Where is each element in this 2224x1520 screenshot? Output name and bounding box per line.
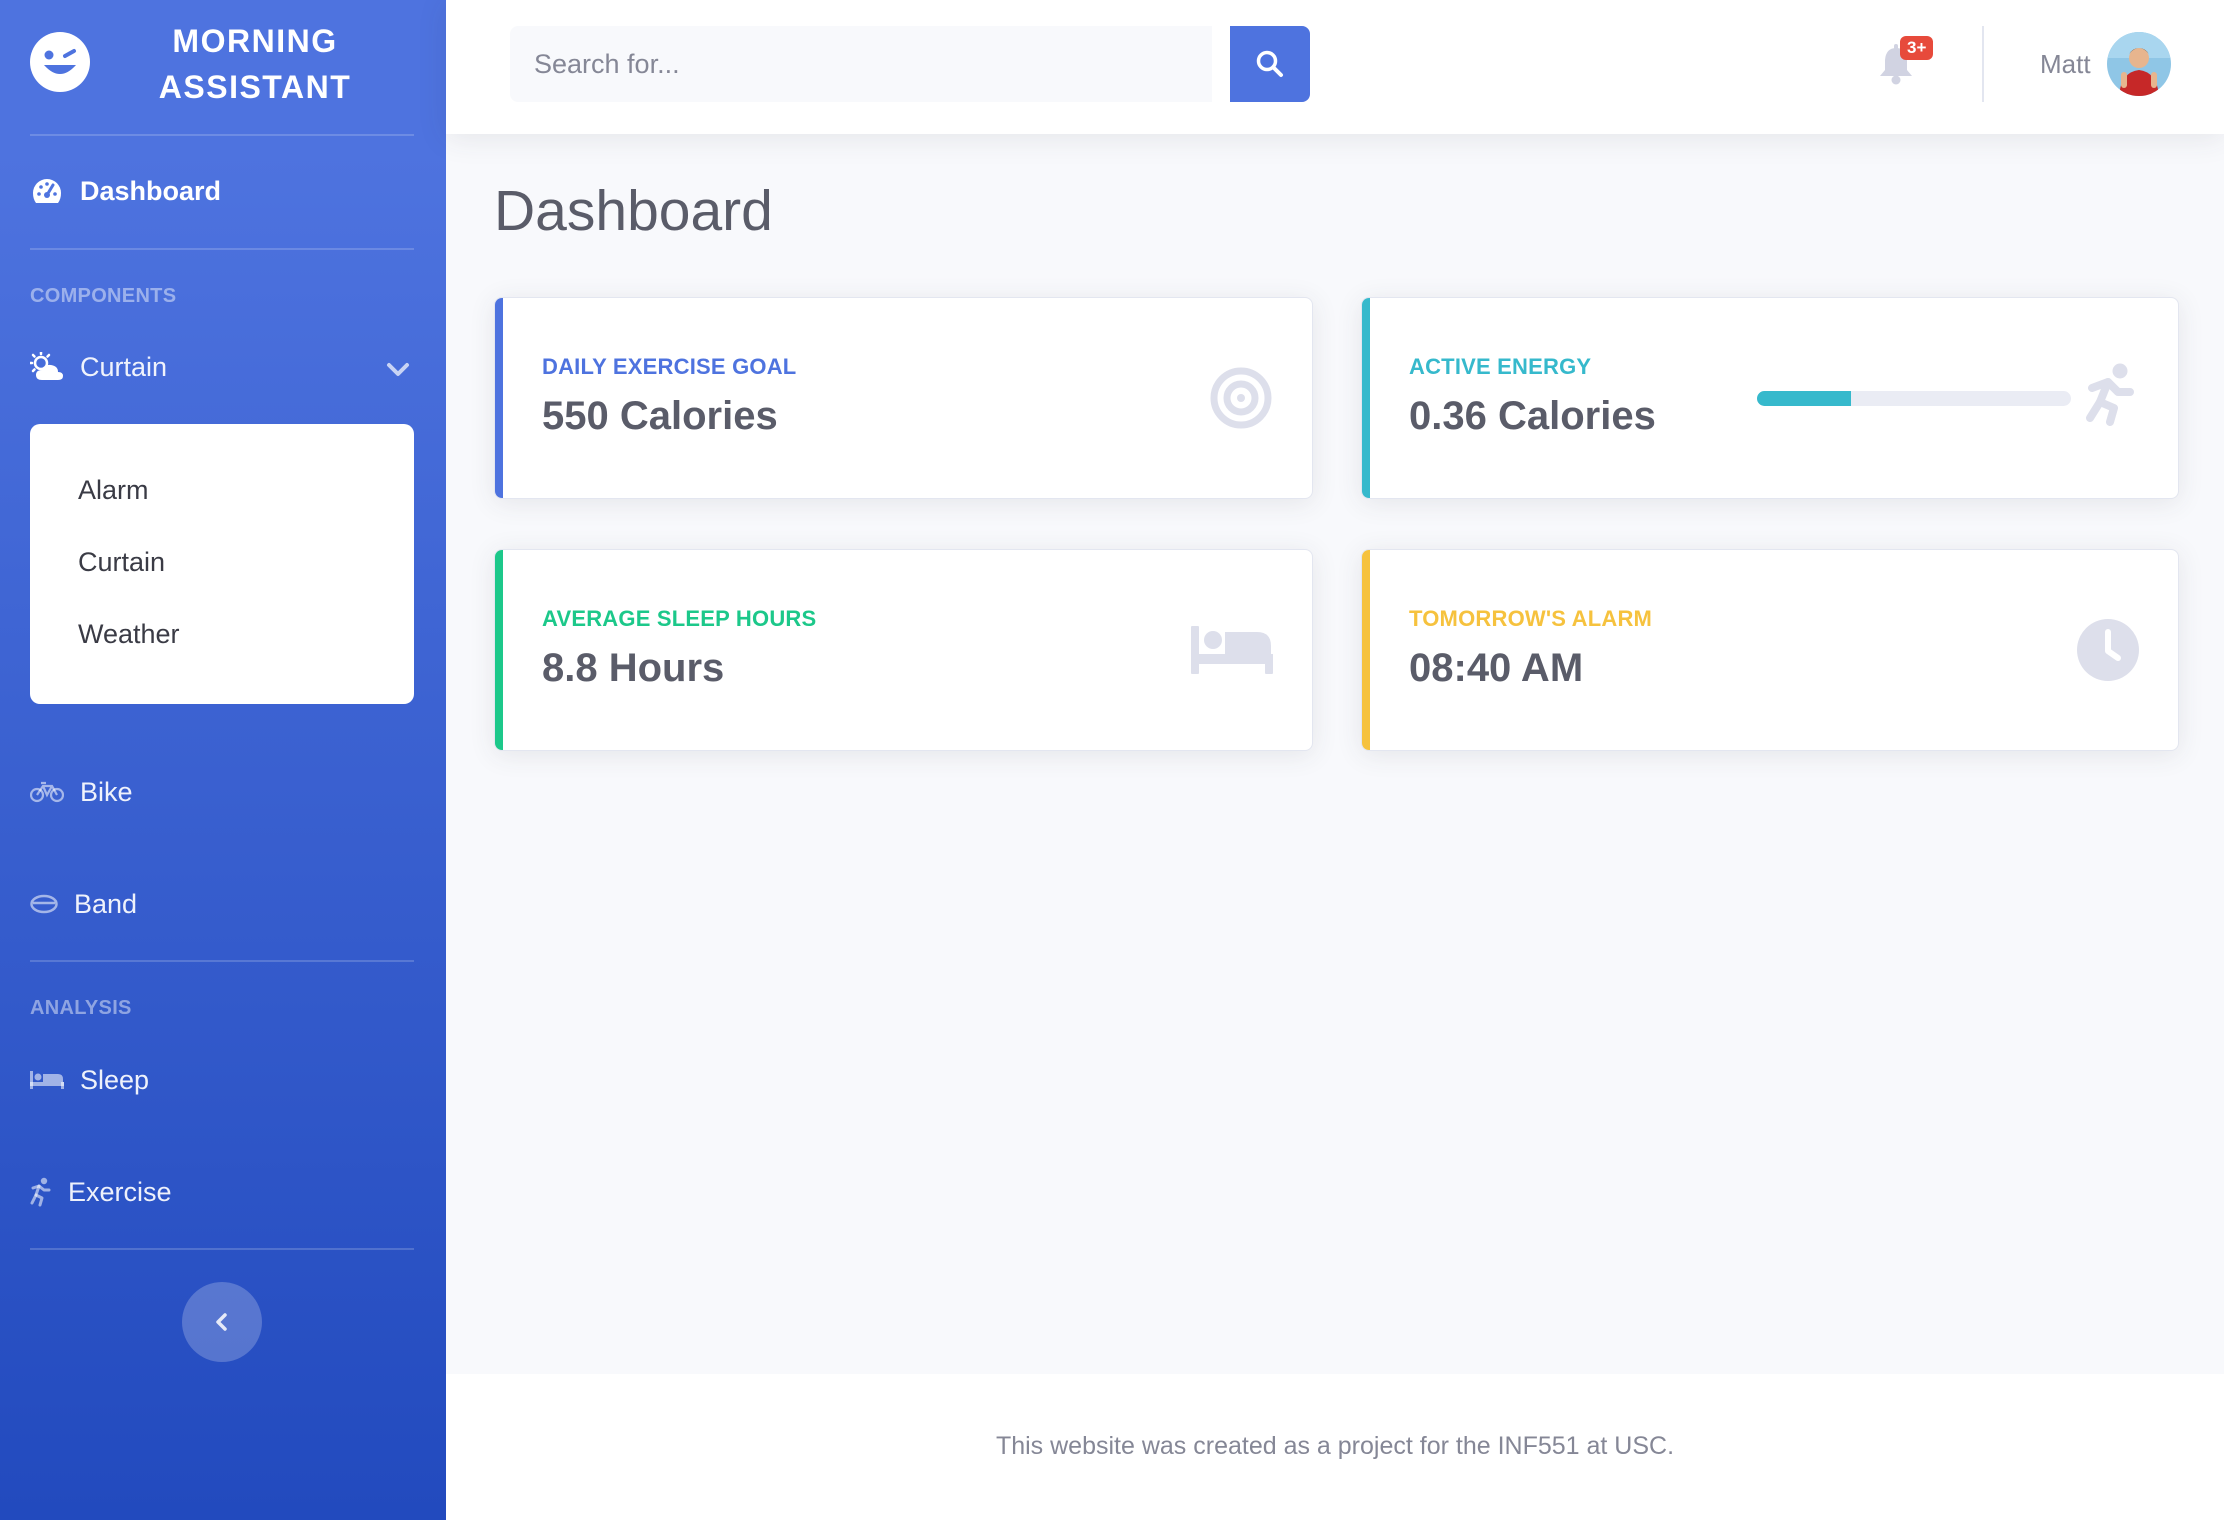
sidebar-item-label: Curtain	[80, 351, 168, 382]
user-name: Matt	[2040, 48, 2091, 79]
bed-icon	[1191, 626, 1273, 674]
submenu-item-alarm[interactable]: Alarm	[78, 475, 149, 506]
chevron-down-icon[interactable]	[385, 356, 411, 382]
sidebar-item-label: Dashboard	[80, 175, 222, 206]
sidebar-divider	[30, 134, 414, 136]
search-button[interactable]	[1230, 26, 1310, 102]
footer: This website was created as a project fo…	[446, 1374, 2224, 1520]
topbar-divider	[1982, 26, 1984, 102]
sidebar-item-sleep[interactable]: Sleep	[30, 1063, 149, 1097]
sidebar-item-curtain[interactable]: Curtain	[30, 350, 167, 384]
avatar	[2106, 32, 2171, 96]
sidebar-brand[interactable]: MORNING ASSISTANT	[0, 0, 446, 134]
band-icon	[30, 887, 58, 921]
footer-text: This website was created as a project fo…	[995, 1432, 1675, 1460]
running-icon	[2086, 363, 2134, 426]
card-accent	[495, 550, 503, 750]
sidebar: MORNING ASSISTANT Dashboard COMPONENTS C…	[0, 0, 446, 1520]
running-icon	[30, 1175, 52, 1209]
bed-icon	[30, 1063, 64, 1097]
bullseye-icon	[1210, 367, 1272, 429]
sidebar-item-bike[interactable]: Bike	[30, 775, 133, 809]
sidebar-item-label: Band	[74, 888, 138, 919]
sidebar-item-exercise[interactable]: Exercise	[30, 1175, 172, 1209]
bicycle-icon	[30, 775, 64, 809]
sidebar-item-label: Exercise	[68, 1176, 172, 1207]
page-title: Dashboard	[494, 179, 773, 243]
chevron-left-icon	[216, 1313, 227, 1331]
card-value: 8.8 Hours	[542, 646, 725, 690]
brand-name: MORNING ASSISTANT	[158, 23, 352, 105]
alerts-badge: 3+	[1900, 36, 1934, 60]
progress-fill	[1757, 391, 1852, 406]
stat-card-sleep-hours: Average Sleep Hours 8.8 Hours	[494, 549, 1313, 751]
curtain-submenu: Alarm Curtain Weather	[30, 424, 414, 704]
sidebar-toggle-button[interactable]	[182, 1282, 262, 1362]
clock-icon	[2077, 619, 2139, 681]
card-title: Active Energy	[1409, 354, 1592, 379]
sidebar-heading-analysis: ANALYSIS	[30, 997, 132, 1019]
cloud-sun-icon	[30, 350, 64, 384]
submenu-item-weather[interactable]: Weather	[78, 619, 180, 650]
sidebar-item-label: Bike	[80, 776, 133, 807]
sidebar-heading-components: COMPONENTS	[30, 285, 177, 307]
stat-card-active-energy: Active Energy 0.36 Calories	[1361, 297, 2179, 499]
card-title: Daily Exercise Goal	[542, 354, 797, 379]
submenu-item-curtain[interactable]: Curtain	[78, 547, 165, 578]
card-accent	[495, 298, 503, 498]
sidebar-item-dashboard[interactable]: Dashboard	[30, 174, 221, 208]
card-title: Tomorrow's Alarm	[1409, 606, 1653, 631]
card-value: 08:40 AM	[1409, 646, 1584, 690]
sidebar-divider	[30, 1248, 414, 1250]
topbar: 3+ Matt	[446, 0, 2224, 134]
sidebar-item-band[interactable]: Band	[30, 887, 137, 921]
stat-card-exercise-goal: Daily Exercise Goal 550 Calories	[494, 297, 1313, 499]
card-accent	[1362, 298, 1370, 498]
laugh-wink-icon	[30, 32, 90, 92]
search-input[interactable]	[510, 26, 1212, 102]
user-dropdown[interactable]: Matt	[2040, 32, 2171, 96]
card-value: 0.36 Calories	[1409, 394, 1656, 438]
sidebar-divider	[30, 248, 414, 250]
card-value: 550 Calories	[542, 394, 778, 438]
energy-progress-bar	[1757, 391, 2071, 406]
search-icon	[1256, 50, 1283, 77]
stat-card-tomorrow-alarm: Tomorrow's Alarm 08:40 AM	[1361, 549, 2179, 751]
card-title: Average Sleep Hours	[542, 606, 817, 631]
sidebar-divider	[30, 960, 414, 962]
sidebar-item-label: Sleep	[80, 1064, 150, 1095]
card-accent	[1362, 550, 1370, 750]
tachometer-icon	[30, 174, 64, 208]
